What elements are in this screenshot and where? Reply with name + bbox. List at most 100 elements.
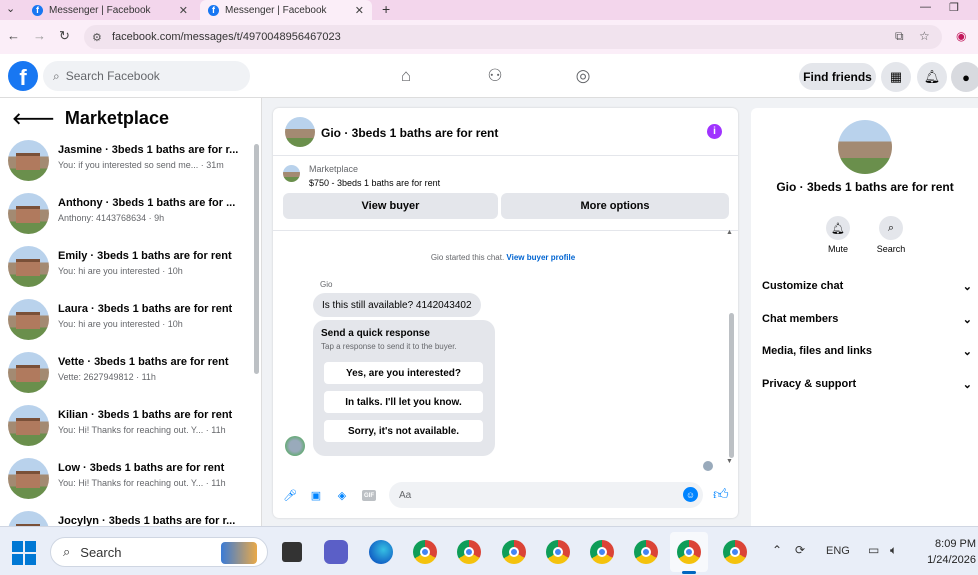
photo-icon[interactable]: ▣ — [309, 488, 323, 502]
windows-taskbar: ⌕ Search ⌃ ⟳ ENG ▭ 🔈︎ 8:09 PM 1/24/2026 — [0, 526, 978, 575]
marketplace-header: 🡐 Marketplace — [12, 108, 169, 129]
page-title: Marketplace — [64, 108, 169, 128]
network-icon[interactable]: ▭ — [868, 543, 879, 557]
url-field[interactable]: ⚙ facebook.com/messages/t/49700489564670… — [84, 25, 942, 49]
more-options-button[interactable]: More options — [501, 193, 729, 219]
chrome-profile-icon[interactable] — [723, 540, 747, 564]
chrome-profile-icon[interactable] — [502, 540, 526, 564]
site-info-icon[interactable]: ⚙ — [92, 31, 102, 44]
gif-icon[interactable]: GIF — [362, 490, 376, 501]
chat-title[interactable]: Gio · 3beds 1 baths are for rent — [321, 126, 498, 140]
conversation-item[interactable]: Jasmine · 3beds 1 baths are for r... You… — [8, 140, 248, 190]
account-avatar[interactable]: ● — [951, 62, 978, 92]
mute-action[interactable]: 🔔︎ Mute — [813, 216, 863, 254]
scroll-up-icon[interactable]: ▲ — [726, 229, 733, 236]
quick-response-card: Send a quick response Tap a response to … — [313, 320, 495, 456]
start-windows-icon[interactable] — [12, 541, 36, 565]
bookmark-star-icon[interactable]: ☆ — [919, 29, 930, 43]
info-icon[interactable]: i — [707, 124, 722, 139]
quick-reply-button[interactable]: Sorry, it's not available. — [324, 420, 483, 442]
conversation-item[interactable]: Anthony · 3beds 1 baths are for ... Anth… — [8, 193, 248, 243]
scrollbar[interactable] — [254, 144, 259, 374]
listing-avatar — [8, 246, 49, 287]
sticker-icon[interactable]: ◈ — [335, 488, 349, 502]
conversation-item[interactable]: Laura · 3beds 1 baths are for rent You: … — [8, 299, 248, 349]
customize-chat-section[interactable]: Customize chat ⌄ — [762, 280, 972, 293]
facebook-logo-icon[interactable]: f — [8, 61, 38, 91]
message-input[interactable]: Aa — [389, 482, 703, 508]
conversation-preview: Anthony: 4143768634 · 9h — [58, 213, 165, 223]
scrollbar[interactable] — [729, 313, 734, 458]
browser-tab-1[interactable]: f Messenger | Facebook ✕ — [26, 0, 196, 20]
home-icon[interactable]: ⌂ — [395, 65, 417, 87]
quick-reply-button[interactable]: In talks. I'll let you know. — [324, 391, 483, 413]
clock-time: 8:09 PM — [935, 538, 976, 550]
reload-icon[interactable]: ↻ — [59, 28, 70, 44]
search-placeholder: Search Facebook — [65, 69, 160, 83]
minimize-icon[interactable]: — — [920, 1, 931, 13]
browser-tab-2[interactable]: f Messenger | Facebook ✕ — [200, 0, 372, 20]
forward-icon[interactable]: → — [33, 28, 46, 43]
groups-icon[interactable]: ◎ — [572, 65, 594, 87]
listing-avatar — [8, 140, 49, 181]
conversation-item[interactable]: Emily · 3beds 1 baths are for rent You: … — [8, 246, 248, 296]
friends-icon[interactable]: ⚇ — [484, 65, 506, 87]
tab-search-chevron-icon[interactable]: ⌄ — [6, 2, 15, 15]
media-files-links-section[interactable]: Media, files and links ⌄ — [762, 345, 972, 358]
tab-title: Messenger | Facebook — [49, 4, 151, 16]
view-buyer-profile-link[interactable]: View buyer profile — [506, 253, 575, 262]
facebook-search-input[interactable]: ⌕ Search Facebook — [43, 61, 250, 91]
marketplace-conversation-list: 🡐 Marketplace Jasmine · 3beds 1 baths ar… — [0, 98, 262, 526]
conversation-item[interactable]: Kilian · 3beds 1 baths are for rent You:… — [8, 405, 248, 455]
find-friends-button[interactable]: Find friends — [799, 63, 876, 90]
chrome-active-icon[interactable] — [677, 540, 701, 564]
new-tab-icon[interactable]: + — [382, 1, 390, 17]
chat-info-avatar — [838, 120, 892, 174]
chrome-icon[interactable] — [413, 540, 437, 564]
chat-avatar[interactable] — [285, 117, 315, 147]
close-tab-icon[interactable]: ✕ — [179, 4, 188, 17]
conversation-title: Vette · 3beds 1 baths are for rent — [58, 356, 229, 368]
taskbar-search[interactable]: ⌕ Search — [50, 537, 268, 567]
conversation-item[interactable]: Vette · 3beds 1 baths are for rent Vette… — [8, 352, 248, 402]
close-tab-icon[interactable]: ✕ — [355, 4, 364, 17]
microphone-icon[interactable]: 🎤︎ — [283, 488, 297, 502]
conversation-title: Kilian · 3beds 1 baths are for rent — [58, 409, 233, 421]
show-hidden-icons-chevron-icon[interactable]: ⌃ — [772, 543, 782, 557]
conversation-preview: You: Hi! Thanks for reaching out. Y... ·… — [58, 425, 226, 435]
chat-members-section[interactable]: Chat members ⌄ — [762, 313, 972, 326]
volume-icon[interactable]: 🔈︎ — [890, 543, 897, 558]
search-action[interactable]: ⌕ Search — [866, 216, 916, 254]
install-app-icon[interactable]: ⧉ — [895, 29, 904, 44]
emoji-icon[interactable]: ☺ — [683, 487, 698, 502]
teams-icon[interactable] — [324, 540, 348, 564]
conversation-item[interactable]: Jocylyn · 3beds 1 baths are for r... — [8, 511, 248, 526]
menu-grid-icon[interactable]: ▦ — [881, 62, 911, 92]
chrome-profile-icon[interactable] — [546, 540, 570, 564]
task-view-icon[interactable] — [282, 542, 302, 562]
action-label: Mute — [827, 244, 848, 254]
scroll-down-icon[interactable]: ▼ — [726, 458, 733, 465]
quick-response-subtitle: Tap a response to send it to the buyer. — [321, 342, 457, 351]
back-arrow-icon[interactable]: 🡐 — [12, 108, 55, 129]
thumbs-up-icon[interactable]: 👍︎ — [713, 486, 729, 504]
view-buyer-button[interactable]: View buyer — [283, 193, 498, 219]
sync-icon[interactable]: ⟳ — [795, 543, 805, 557]
privacy-support-section[interactable]: Privacy & support ⌄ — [762, 378, 972, 391]
message-composer: 🎤︎ ▣ ◈ GIF Aa ☺ 👍︎ — [273, 478, 738, 514]
clock-date: 1/24/2026 — [927, 554, 976, 566]
profile-icon[interactable]: ◉ — [956, 29, 966, 43]
edge-icon[interactable] — [369, 540, 393, 564]
back-icon[interactable]: ← — [7, 28, 20, 43]
system-clock[interactable]: 8:09 PM 1/24/2026 — [912, 536, 976, 568]
quick-reply-button[interactable]: Yes, are you interested? — [324, 362, 483, 384]
restore-icon[interactable]: ❐ — [949, 1, 959, 14]
language-indicator[interactable]: ENG — [826, 545, 850, 557]
chrome-profile-icon[interactable] — [457, 540, 481, 564]
notifications-bell-icon[interactable]: 🔔︎ — [917, 62, 947, 92]
chrome-profile-icon[interactable] — [590, 540, 614, 564]
bell-icon: 🔔︎ — [826, 216, 850, 240]
conversation-item[interactable]: Low · 3beds 1 baths are for rent You: Hi… — [8, 458, 248, 508]
conversation-preview: You: hi are you interested · 10h — [58, 266, 183, 276]
chrome-profile-icon[interactable] — [634, 540, 658, 564]
